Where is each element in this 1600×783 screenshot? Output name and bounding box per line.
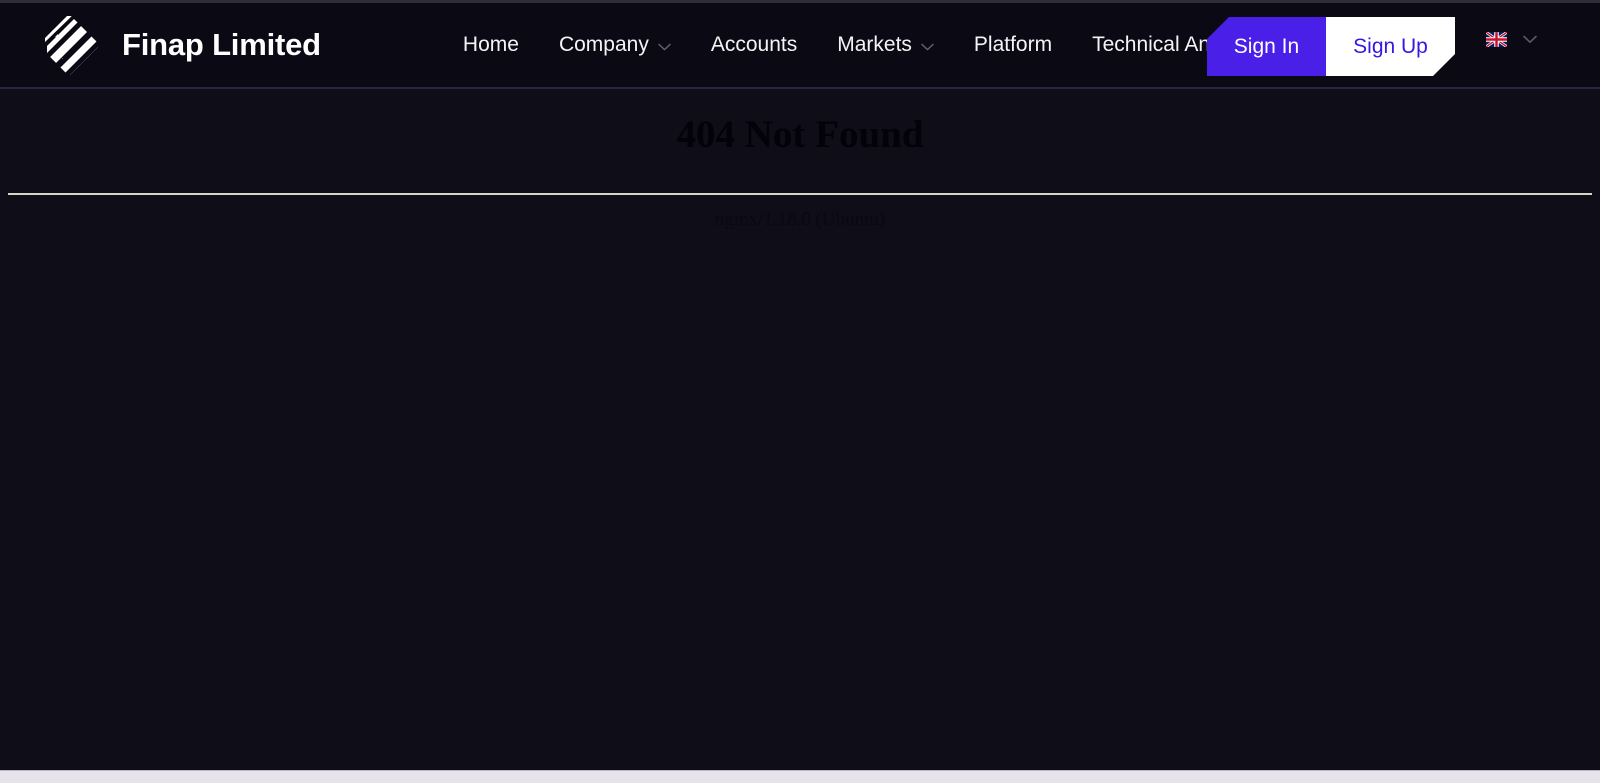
nav-item-label: Home xyxy=(462,33,519,56)
nav-item-home[interactable]: Home xyxy=(443,33,539,57)
brand-name: Finap Limited xyxy=(122,27,321,62)
nav-item-label: Accounts xyxy=(710,33,798,56)
finap-diamond-logo-icon xyxy=(36,12,102,78)
nav-item-company[interactable]: Company xyxy=(539,33,691,57)
page-title: 404 Not Found xyxy=(676,113,924,156)
error-page-content: 404 Not Found nginx/1.18.0 (Ubuntu) xyxy=(0,91,1600,231)
nav-item-label: Markets xyxy=(837,33,912,56)
primary-navigation: Home Company Accounts Markets Platform T… xyxy=(443,33,1283,57)
sign-up-button[interactable]: Sign Up xyxy=(1326,17,1455,76)
nav-item-label: Company xyxy=(558,33,649,56)
chevron-down-icon xyxy=(658,43,671,51)
site-header: Finap Limited Home Company Accounts Mark… xyxy=(0,3,1600,89)
uk-flag-icon xyxy=(1486,32,1507,47)
auth-button-group: Sign In Sign Up xyxy=(1207,17,1455,76)
nav-item-accounts[interactable]: Accounts xyxy=(691,33,817,57)
brand-logo-link[interactable]: Finap Limited xyxy=(36,12,321,78)
nav-item-label: Platform xyxy=(973,33,1053,56)
chevron-down-icon xyxy=(921,43,934,51)
browser-bottom-bar xyxy=(0,770,1600,783)
language-selector[interactable] xyxy=(1486,32,1537,47)
horizontal-rule xyxy=(8,192,1592,195)
sign-in-button[interactable]: Sign In xyxy=(1207,17,1326,76)
nav-item-markets[interactable]: Markets xyxy=(817,33,954,57)
chevron-down-icon xyxy=(1523,35,1537,44)
nav-item-platform[interactable]: Platform xyxy=(954,33,1072,57)
server-signature: nginx/1.18.0 (Ubuntu) xyxy=(714,208,886,230)
